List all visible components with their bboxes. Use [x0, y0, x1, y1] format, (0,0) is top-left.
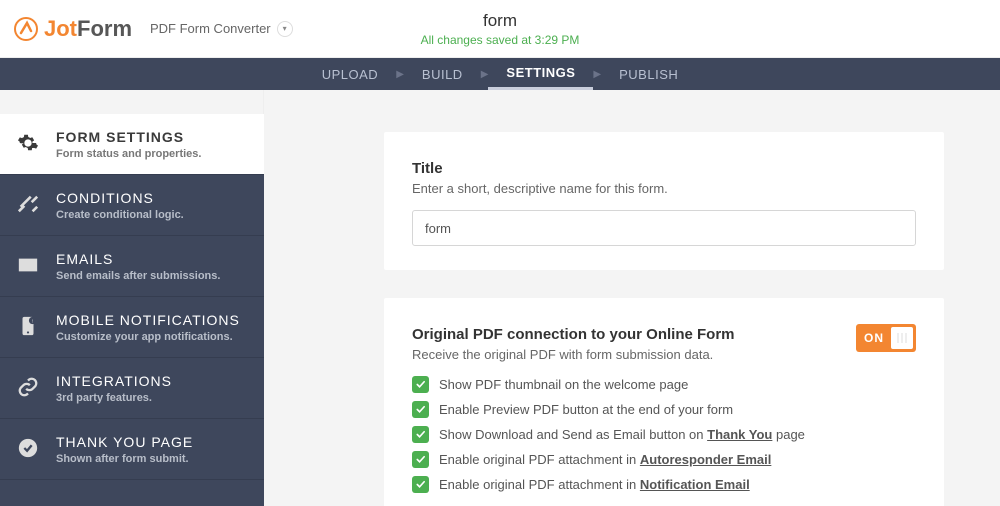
chevron-down-icon: ▾: [277, 21, 293, 37]
sidebar-item-sub: Send emails after submissions.: [56, 270, 220, 282]
toggle-knob-icon: [891, 327, 913, 349]
option-label: Enable original PDF attachment in Autore…: [439, 452, 771, 467]
option-checkbox[interactable]: [412, 401, 429, 418]
sidebar-item-text: MOBILE NOTIFICATIONS Customize your app n…: [56, 312, 240, 343]
option-link[interactable]: Autoresponder Email: [640, 452, 771, 467]
option-checkbox[interactable]: [412, 376, 429, 393]
link-icon: [14, 373, 42, 401]
sidebar-item-emails[interactable]: EMAILS Send emails after submissions.: [0, 236, 264, 297]
pdf-option-row: Enable original PDF attachment in Autore…: [412, 451, 916, 468]
option-label: Show Download and Send as Email button o…: [439, 427, 805, 442]
tools-icon: [14, 190, 42, 218]
sidebar-item-title: THANK YOU PAGE: [56, 434, 193, 450]
logo[interactable]: JotForm: [10, 16, 132, 42]
option-label: Enable original PDF attachment in Notifi…: [439, 477, 750, 492]
sidebar-item-sub: Shown after form submit.: [56, 453, 193, 465]
logo-icon: [14, 17, 38, 41]
sidebar-item-title: EMAILS: [56, 251, 220, 267]
sidebar-item-title: INTEGRATIONS: [56, 373, 172, 389]
title-sub: Enter a short, descriptive name for this…: [412, 181, 916, 196]
sidebar-item-text: FORM SETTINGS Form status and properties.: [56, 129, 201, 160]
step-publish[interactable]: PUBLISH: [601, 58, 696, 90]
step-settings[interactable]: SETTINGS: [488, 58, 593, 90]
main-content: Title Enter a short, descriptive name fo…: [264, 90, 1000, 506]
sidebar-item-title: MOBILE NOTIFICATIONS: [56, 312, 240, 328]
sidebar-item-text: THANK YOU PAGE Shown after form submit.: [56, 434, 193, 465]
step-bar: UPLOAD ▶ BUILD ▶ SETTINGS ▶ PUBLISH: [0, 58, 1000, 90]
pdf-connection-card: ON Original PDF connection to your Onlin…: [384, 298, 944, 506]
form-title-input[interactable]: [412, 210, 916, 246]
sidebar-item-sub: Form status and properties.: [56, 148, 201, 160]
mail-icon: [14, 251, 42, 279]
sidebar-item-title: FORM SETTINGS: [56, 129, 201, 145]
pdf-option-row: Show PDF thumbnail on the welcome page: [412, 376, 916, 393]
pdf-option-row: Show Download and Send as Email button o…: [412, 426, 916, 443]
mobile-icon: !: [14, 312, 42, 340]
sidebar-item-conditions[interactable]: CONDITIONS Create conditional logic.: [0, 175, 264, 236]
option-checkbox[interactable]: [412, 426, 429, 443]
sidebar-gap: [0, 90, 264, 114]
toggle-label: ON: [864, 331, 884, 345]
converter-label: PDF Form Converter: [150, 21, 271, 36]
logo-text-form: Form: [77, 16, 132, 42]
option-label: Enable Preview PDF button at the end of …: [439, 402, 733, 417]
layout: FORM SETTINGS Form status and properties.…: [0, 90, 1000, 506]
sidebar-item-integrations[interactable]: INTEGRATIONS 3rd party features.: [0, 358, 264, 419]
step-build[interactable]: BUILD: [404, 58, 481, 90]
sidebar-item-sub: Customize your app notifications.: [56, 331, 240, 343]
option-link[interactable]: Thank You: [707, 427, 772, 442]
converter-dropdown[interactable]: PDF Form Converter ▾: [150, 21, 293, 37]
sidebar-item-text: CONDITIONS Create conditional logic.: [56, 190, 184, 221]
pdf-option-row: Enable Preview PDF button at the end of …: [412, 401, 916, 418]
pdf-heading: Original PDF connection to your Online F…: [412, 326, 916, 343]
settings-sidebar: FORM SETTINGS Form status and properties.…: [0, 90, 264, 506]
sidebar-item-mobile-notifications[interactable]: ! MOBILE NOTIFICATIONS Customize your app …: [0, 297, 264, 358]
sidebar-item-title: CONDITIONS: [56, 190, 184, 206]
option-link[interactable]: Notification Email: [640, 477, 750, 492]
pdf-option-row: Enable original PDF attachment in Notifi…: [412, 476, 916, 493]
pdf-toggle[interactable]: ON: [856, 324, 916, 352]
logo-text-jot: Jot: [44, 16, 77, 42]
sidebar-item-text: INTEGRATIONS 3rd party features.: [56, 373, 172, 404]
sidebar-item-text: EMAILS Send emails after submissions.: [56, 251, 220, 282]
chevron-right-icon: ▶: [593, 58, 601, 90]
chevron-right-icon: ▶: [396, 58, 404, 90]
title-heading: Title: [412, 160, 916, 177]
svg-text:!: !: [32, 318, 33, 323]
option-checkbox[interactable]: [412, 476, 429, 493]
sidebar-item-thank-you-page[interactable]: THANK YOU PAGE Shown after form submit.: [0, 419, 264, 480]
gear-icon: [14, 129, 42, 157]
sidebar-item-sub: Create conditional logic.: [56, 209, 184, 221]
sidebar-item-sub: 3rd party features.: [56, 392, 172, 404]
title-card: Title Enter a short, descriptive name fo…: [384, 132, 944, 270]
option-checkbox[interactable]: [412, 451, 429, 468]
sidebar-item-form-settings[interactable]: FORM SETTINGS Form status and properties.: [0, 114, 264, 175]
option-label: Show PDF thumbnail on the welcome page: [439, 377, 688, 392]
chevron-right-icon: ▶: [481, 58, 489, 90]
step-upload[interactable]: UPLOAD: [304, 58, 396, 90]
pdf-sub: Receive the original PDF with form submi…: [412, 347, 916, 362]
check-icon: [14, 434, 42, 462]
app-header: JotForm PDF Form Converter ▾ form All ch…: [0, 0, 1000, 58]
